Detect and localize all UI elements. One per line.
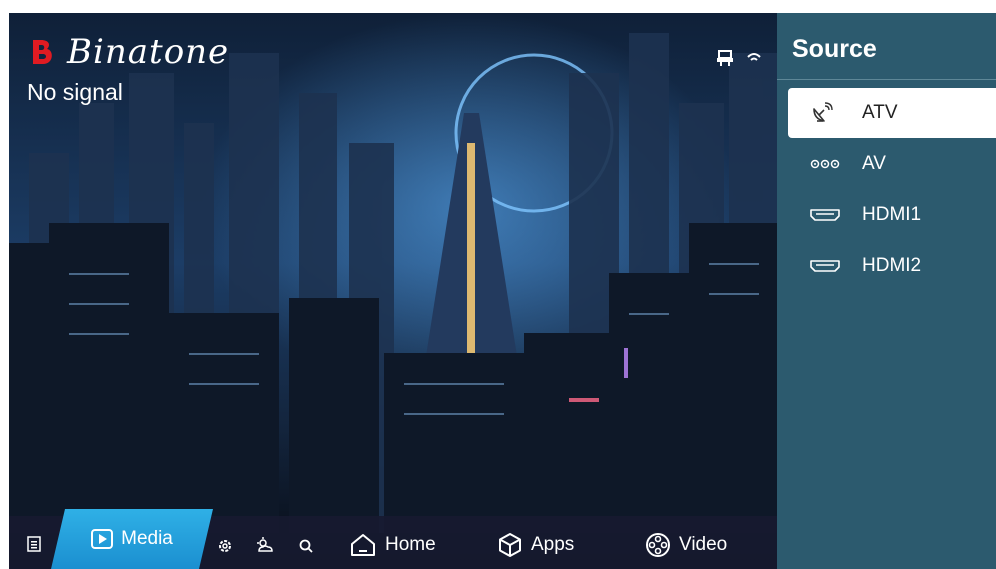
brand-name: Binatone — [67, 32, 230, 72]
source-item-label: HDMI2 — [862, 255, 922, 276]
wifi-icon — [747, 53, 761, 61]
tab-apps-label: Apps — [531, 534, 575, 555]
tab-media-label: Media — [121, 528, 173, 549]
gear-icon — [219, 540, 231, 552]
play-icon — [91, 529, 113, 549]
tab-video-label: Video — [679, 534, 728, 555]
weather-button[interactable] — [255, 536, 275, 556]
hdmi-icon — [810, 208, 850, 222]
divider — [777, 79, 996, 80]
tab-home[interactable]: Home — [349, 532, 436, 558]
source-item-label: HDMI1 — [862, 204, 922, 225]
source-item-label: AV — [862, 153, 886, 174]
tab-apps[interactable]: Apps — [497, 532, 574, 558]
settings-button[interactable] — [217, 538, 233, 554]
apps-cube-icon — [499, 533, 521, 557]
cityscape-wallpaper — [9, 13, 777, 569]
binatone-logo-icon — [33, 40, 52, 64]
status-icons — [717, 49, 761, 67]
av-ports-icon — [810, 158, 850, 170]
signal-status: No signal — [27, 79, 123, 105]
source-item-hdmi1[interactable]: HDMI1 — [788, 190, 996, 240]
film-reel-icon — [646, 533, 670, 557]
search-icon — [299, 539, 313, 553]
search-button[interactable] — [298, 538, 314, 554]
tv-screen: Binatone No signal Media Home Apps Video… — [9, 13, 996, 569]
brand-logo: Binatone — [27, 35, 229, 69]
source-item-atv[interactable]: ATV — [788, 88, 996, 138]
menu-list-button[interactable] — [27, 536, 41, 552]
source-panel: Source ATV AV HDMI1 HDMI2 — [777, 13, 996, 569]
weather-icon — [257, 537, 273, 552]
hdmi-icon — [810, 259, 850, 273]
source-item-hdmi2[interactable]: HDMI2 — [788, 241, 996, 291]
satellite-dish-icon — [810, 101, 850, 125]
tab-home-label: Home — [385, 534, 436, 555]
usb-device-icon — [717, 50, 733, 66]
tab-video[interactable]: Video — [645, 532, 727, 558]
home-icon — [351, 534, 375, 556]
tab-media[interactable]: Media — [51, 509, 213, 569]
source-panel-title: Source — [792, 35, 877, 63]
source-item-av[interactable]: AV — [788, 139, 996, 189]
list-icon — [27, 536, 41, 552]
source-item-label: ATV — [862, 102, 898, 123]
